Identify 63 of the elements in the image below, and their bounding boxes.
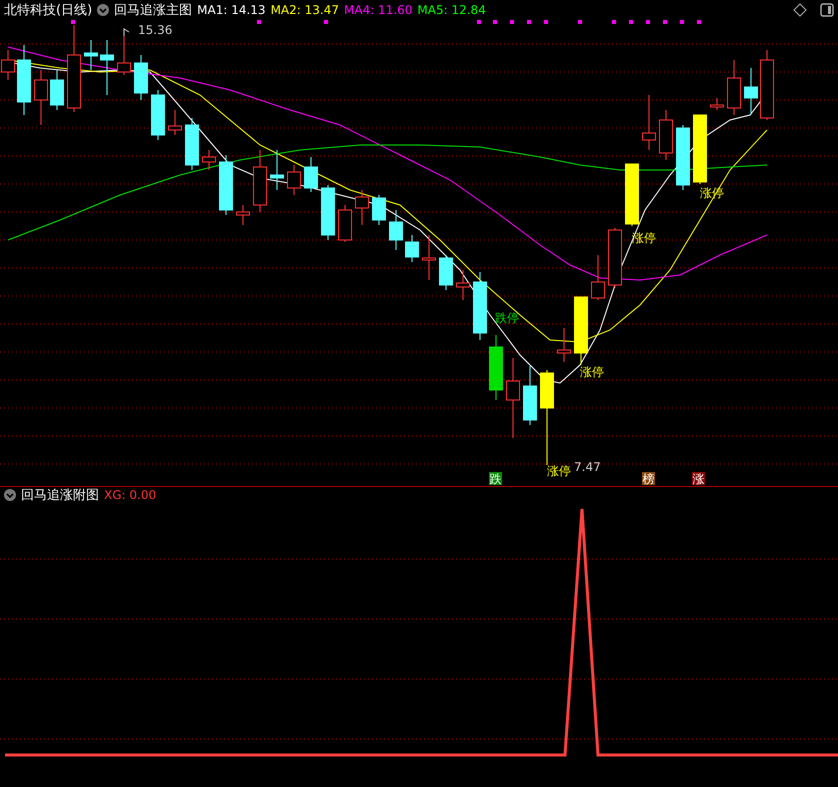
candlestick: [389, 210, 403, 250]
candlestick: [676, 124, 690, 190]
candlestick: [625, 164, 639, 226]
low-price-label: 7.47: [574, 460, 601, 474]
ma-value: MA2: 13.47: [270, 3, 339, 17]
ma-value: MA4: 11.60: [344, 3, 412, 17]
candlestick: [151, 90, 165, 140]
candlestick: [236, 204, 250, 226]
high-price-label: 15.36: [138, 23, 172, 37]
candlestick: [84, 40, 98, 70]
candlestick: [372, 194, 386, 226]
limit-label: 跌停: [495, 311, 519, 325]
candlestick: [34, 70, 48, 126]
candlestick: [338, 204, 352, 242]
candlestick: [185, 118, 199, 170]
signal-tag: 涨: [692, 472, 705, 486]
candlestick: [727, 60, 741, 116]
candlestick: [168, 110, 182, 136]
indicator-title: 回马追涨主图: [114, 2, 192, 19]
candlestick: [439, 254, 453, 290]
candlestick: [100, 40, 114, 96]
signal-tag: 榜: [642, 472, 655, 486]
ma-value: MA1: 14.13: [197, 3, 266, 17]
candlestick: [744, 68, 758, 116]
candlestick: [355, 190, 369, 226]
candlestick: [574, 296, 588, 366]
candlestick: [321, 184, 335, 240]
candlestick: [693, 114, 707, 184]
candlestick: [523, 366, 537, 426]
stock-title: 北特科技(日线): [4, 2, 92, 19]
candlestick: [287, 164, 301, 196]
chevron-icon[interactable]: [97, 4, 110, 16]
candlestick: [456, 270, 470, 300]
candlestick: [591, 254, 605, 300]
limit-label: 涨停: [580, 365, 604, 379]
candlestick: [202, 150, 216, 170]
indicator-title: 回马追涨附图: [21, 487, 99, 504]
candlestick: [422, 234, 436, 280]
candlestick: [473, 272, 487, 340]
candlestick: [489, 334, 503, 400]
candlestick: [608, 228, 622, 288]
candlestick: [117, 28, 131, 76]
xg-value: XG: 0.00: [104, 488, 156, 502]
candlestick: [760, 50, 774, 120]
candlestick: [17, 44, 31, 116]
chevron-icon[interactable]: [4, 489, 16, 501]
signal-tag: 跌: [489, 472, 502, 486]
candlestick: [405, 234, 419, 262]
pointer-icon: [124, 28, 130, 36]
candlestick: [304, 156, 318, 192]
candlestick: [253, 150, 267, 212]
candlestick: [659, 110, 673, 160]
limit-label: 涨停: [547, 464, 571, 478]
candlestick: [710, 98, 724, 110]
panel-icon[interactable]: [820, 3, 834, 17]
candlestick: [270, 150, 284, 190]
candlestick: [219, 154, 233, 216]
candlestick: [557, 328, 571, 362]
candlestick: [642, 94, 656, 150]
diamond-icon[interactable]: [793, 3, 807, 17]
ma-value: MA5: 12.84: [417, 3, 486, 17]
candlestick: [50, 70, 64, 110]
candlestick: [134, 54, 148, 100]
